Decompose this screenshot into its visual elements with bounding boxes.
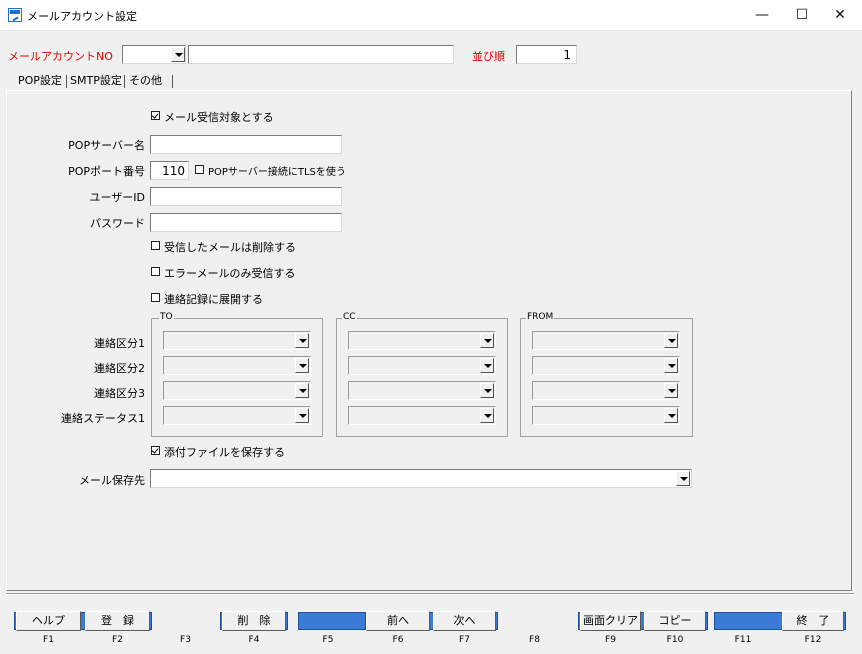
function-bar-group-3 bbox=[298, 612, 366, 630]
fkey-label: F2 bbox=[112, 635, 123, 645]
chevron-down-icon[interactable] bbox=[664, 383, 678, 398]
footer-separator bbox=[6, 593, 854, 595]
cc-category-3-select[interactable] bbox=[348, 381, 496, 400]
chevron-down-icon[interactable] bbox=[480, 333, 494, 348]
cc-status-1-select[interactable] bbox=[348, 406, 496, 425]
contact-category-3-label: 連絡区分3 bbox=[94, 387, 145, 400]
from-status-1-select[interactable] bbox=[532, 406, 680, 425]
copy-button[interactable]: コピー bbox=[644, 611, 706, 631]
pop-server-input[interactable] bbox=[150, 135, 342, 154]
chevron-down-icon[interactable] bbox=[295, 358, 309, 373]
delete-button[interactable]: 削 除 bbox=[222, 611, 286, 631]
to-category-1-select[interactable] bbox=[163, 331, 311, 350]
clear-screen-button[interactable]: 画面クリア bbox=[580, 611, 641, 631]
fkey-label: F7 bbox=[459, 635, 470, 645]
order-field[interactable]: 1 bbox=[516, 45, 577, 64]
tab-smtp[interactable]: SMTP設定 bbox=[70, 72, 122, 90]
chevron-down-icon[interactable] bbox=[664, 408, 678, 423]
title-bar: メールアカウント設定 — ☐ ✕ bbox=[0, 0, 862, 31]
chevron-down-icon[interactable] bbox=[664, 358, 678, 373]
account-name-field[interactable] bbox=[188, 45, 454, 64]
account-no-select[interactable] bbox=[122, 45, 186, 64]
contact-category-2-label: 連絡区分2 bbox=[94, 362, 145, 375]
fkey-label: F4 bbox=[248, 635, 260, 645]
maximize-button[interactable]: ☐ bbox=[782, 0, 822, 31]
delete-received-checkbox[interactable] bbox=[151, 241, 160, 250]
fkey-label: F10 bbox=[666, 635, 684, 645]
to-status-1-select[interactable] bbox=[163, 406, 311, 425]
next-button[interactable]: 次へ bbox=[433, 611, 496, 631]
chevron-down-icon[interactable] bbox=[480, 383, 494, 398]
chevron-down-icon[interactable] bbox=[171, 47, 185, 62]
delete-received-label: 受信したメールは削除する bbox=[164, 241, 296, 254]
pop-server-label: POPサーバー名 bbox=[68, 139, 145, 152]
cc-category-2-select[interactable] bbox=[348, 356, 496, 375]
password-input[interactable] bbox=[150, 213, 342, 232]
chevron-down-icon[interactable] bbox=[676, 471, 690, 486]
prev-button[interactable]: 前へ bbox=[366, 611, 430, 631]
tls-label: POPサーバー接続にTLSを使う bbox=[208, 167, 346, 178]
exit-button[interactable]: 終 了 bbox=[782, 611, 844, 631]
mail-destination-select[interactable] bbox=[150, 469, 692, 488]
receive-target-checkbox[interactable] bbox=[151, 111, 160, 120]
register-button[interactable]: 登 録 bbox=[85, 611, 150, 631]
tab-separator bbox=[124, 75, 125, 88]
expand-contact-label: 連絡記録に展開する bbox=[164, 293, 263, 306]
cc-group-label: CC bbox=[342, 312, 357, 322]
order-label: 並び順 bbox=[472, 50, 505, 63]
tls-checkbox[interactable] bbox=[195, 165, 204, 174]
receive-target-label: メール受信対象とする bbox=[164, 111, 274, 124]
fkey-label: F8 bbox=[529, 635, 540, 645]
to-group-label: TO bbox=[159, 312, 174, 322]
fkey-label: F3 bbox=[180, 635, 191, 645]
from-category-2-select[interactable] bbox=[532, 356, 680, 375]
tab-separator bbox=[172, 75, 173, 88]
contact-status-1-label: 連絡ステータス1 bbox=[61, 412, 145, 425]
order-value: 1 bbox=[563, 48, 571, 62]
from-group-label: FROM bbox=[526, 312, 555, 322]
to-category-3-select[interactable] bbox=[163, 381, 311, 400]
chevron-down-icon[interactable] bbox=[295, 408, 309, 423]
from-category-3-select[interactable] bbox=[532, 381, 680, 400]
mail-destination-label: メール保存先 bbox=[79, 474, 145, 487]
fkey-label: F11 bbox=[734, 635, 752, 645]
save-attachment-label: 添付ファイルを保存する bbox=[164, 446, 285, 459]
tab-other[interactable]: その他 bbox=[129, 72, 162, 90]
pop-port-input[interactable]: 110 bbox=[150, 161, 189, 180]
error-only-checkbox[interactable] bbox=[151, 267, 160, 276]
to-category-2-select[interactable] bbox=[163, 356, 311, 375]
cc-category-1-select[interactable] bbox=[348, 331, 496, 350]
fkey-label: F9 bbox=[605, 635, 616, 645]
fkey-label: F6 bbox=[392, 635, 404, 645]
pop-port-label: POPポート番号 bbox=[68, 165, 145, 178]
chevron-down-icon[interactable] bbox=[295, 383, 309, 398]
save-attachment-checkbox[interactable] bbox=[151, 446, 160, 455]
from-category-1-select[interactable] bbox=[532, 331, 680, 350]
fkey-label: F5 bbox=[322, 635, 334, 645]
account-no-label: メールアカウントNO bbox=[8, 50, 113, 63]
window-title: メールアカウント設定 bbox=[27, 10, 137, 23]
fkey-label: F12 bbox=[804, 635, 822, 645]
chevron-down-icon[interactable] bbox=[664, 333, 678, 348]
fkey-label: F1 bbox=[43, 635, 54, 645]
help-button[interactable]: ヘルプ bbox=[16, 611, 81, 631]
close-button[interactable]: ✕ bbox=[820, 0, 860, 31]
user-id-input[interactable] bbox=[150, 187, 342, 206]
chevron-down-icon[interactable] bbox=[480, 408, 494, 423]
minimize-button[interactable]: — bbox=[742, 0, 782, 31]
user-id-label: ユーザーID bbox=[89, 191, 146, 204]
chevron-down-icon[interactable] bbox=[480, 358, 494, 373]
app-icon bbox=[8, 8, 22, 22]
contact-category-1-label: 連絡区分1 bbox=[94, 337, 145, 350]
password-label: パスワード bbox=[90, 217, 145, 230]
tab-pop[interactable]: POP設定 bbox=[18, 72, 62, 90]
tab-separator bbox=[66, 75, 67, 88]
error-only-label: エラーメールのみ受信する bbox=[164, 267, 296, 280]
expand-contact-checkbox[interactable] bbox=[151, 293, 160, 302]
pop-port-value: 110 bbox=[162, 164, 185, 178]
chevron-down-icon[interactable] bbox=[295, 333, 309, 348]
